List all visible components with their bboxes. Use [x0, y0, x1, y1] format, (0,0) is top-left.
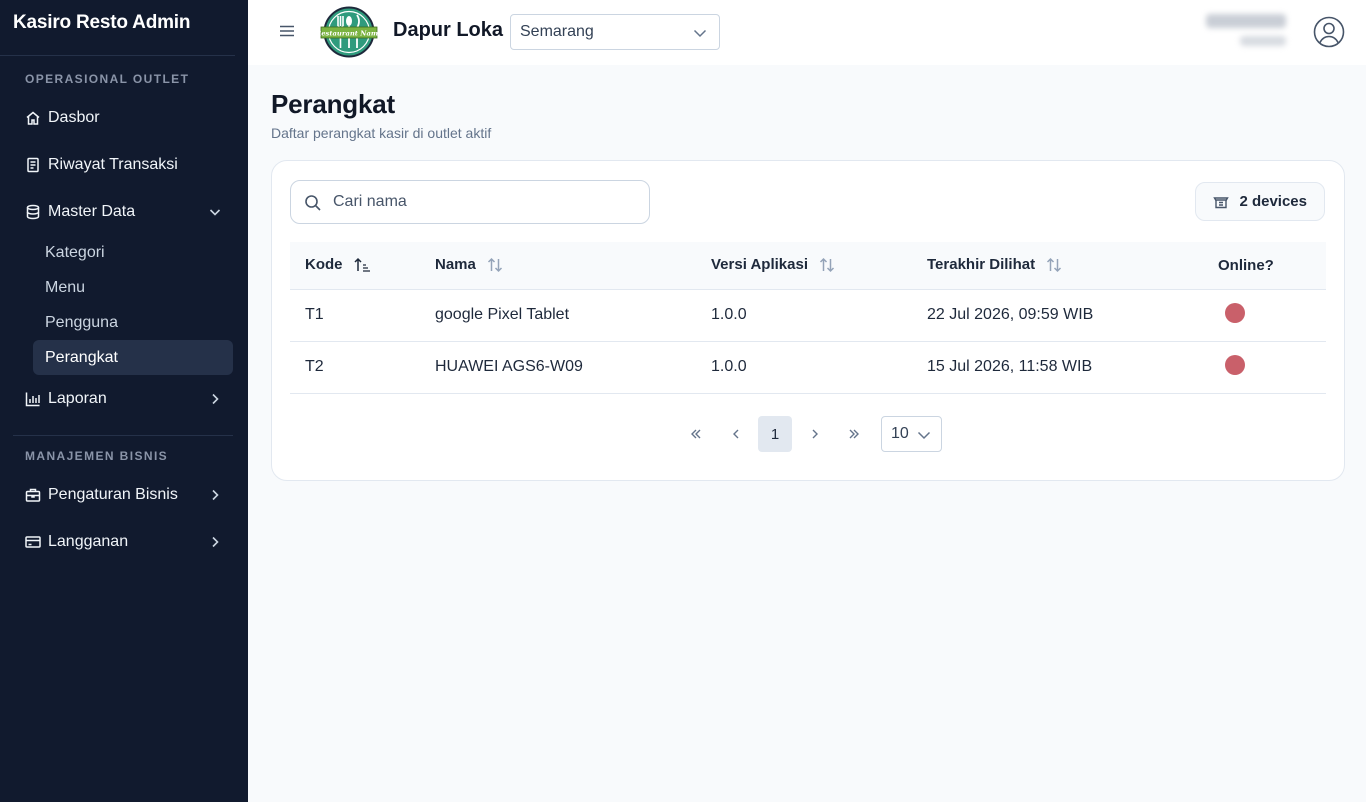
sidebar-item-master-data[interactable]: Master Data: [0, 188, 248, 235]
devices-count-label: 2 devices: [1239, 193, 1307, 210]
sidebar-item-dasbor[interactable]: Dasbor: [0, 94, 248, 141]
hamburger-menu-icon[interactable]: [278, 22, 296, 40]
cell-versi: 1.0.0: [696, 289, 912, 342]
credit-card-icon: [25, 534, 41, 550]
chevron-down-icon: [917, 428, 931, 442]
chevron-down-icon: [693, 26, 707, 40]
chevron-right-icon: [812, 429, 818, 439]
sidebar-item-label: Pengaturan Bisnis: [48, 485, 178, 503]
table-row[interactable]: T1 google Pixel Tablet 1.0.0 22 Jul 2026…: [290, 289, 1326, 342]
page-size-value: 10: [891, 425, 909, 442]
sidebar-item-menu[interactable]: Menu: [33, 270, 233, 305]
database-icon: [25, 204, 41, 220]
sidebar-item-riwayat-transaksi[interactable]: Riwayat Transaksi: [0, 141, 248, 188]
chevron-right-icon: [208, 535, 222, 549]
chevron-right-icon: [208, 488, 222, 502]
sidebar-item-laporan[interactable]: Laporan: [0, 375, 248, 422]
sidebar-item-pengguna[interactable]: Pengguna: [33, 305, 233, 340]
page-title: Perangkat: [271, 89, 395, 119]
chevron-down-icon: [208, 205, 222, 219]
prev-page-button[interactable]: [719, 416, 753, 452]
sidebar-item-pengaturan-bisnis[interactable]: Pengaturan Bisnis: [0, 471, 248, 518]
cell-terakhir: 22 Jul 2026, 09:59 WIB: [912, 289, 1203, 342]
devices-card: 2 devices Kode Nama: [271, 160, 1345, 481]
page-button-current[interactable]: 1: [758, 416, 792, 452]
user-role-blurred: [1240, 36, 1286, 46]
table-header-row: Kode Nama Versi Aplikasi Terakhir Diliha…: [290, 242, 1326, 290]
sidebar-item-label: Master Data: [48, 202, 136, 220]
restaurant-logo: Restaurant Name: [315, 6, 383, 58]
cell-online: [1203, 289, 1326, 342]
outlet-select[interactable]: Semarang: [510, 14, 720, 50]
chevrons-right-icon: [849, 429, 859, 439]
user-avatar-icon[interactable]: [1313, 16, 1345, 48]
master-data-submenu: Kategori Menu Pengguna Perangkat: [0, 235, 248, 375]
cell-nama: HUAWEI AGS6-W09: [420, 341, 696, 394]
column-header-online: Online?: [1203, 242, 1326, 290]
sidebar: Kasiro Resto Admin OPERASIONAL OUTLET Da…: [0, 0, 248, 802]
search-input[interactable]: [333, 193, 633, 211]
column-header-versi[interactable]: Versi Aplikasi: [696, 242, 912, 290]
table-row[interactable]: T2 HUAWEI AGS6-W09 1.0.0 15 Jul 2026, 11…: [290, 341, 1326, 394]
sidebar-item-langganan[interactable]: Langganan: [0, 518, 248, 565]
pagination: 1 10: [272, 416, 1346, 452]
svg-text:Restaurant Name: Restaurant Name: [320, 30, 378, 38]
briefcase-icon: [25, 487, 41, 503]
sidebar-item-label: Langganan: [48, 532, 129, 550]
cell-kode: T2: [290, 341, 420, 394]
cell-terakhir: 15 Jul 2026, 11:58 WIB: [912, 341, 1203, 394]
column-header-terakhir[interactable]: Terakhir Dilihat: [912, 242, 1203, 290]
chevron-left-icon: [733, 429, 739, 439]
search-icon: [304, 194, 322, 212]
offline-status-dot: [1225, 354, 1245, 375]
sidebar-divider: [13, 435, 233, 436]
devices-table: Kode Nama Versi Aplikasi Terakhir Diliha…: [290, 242, 1326, 394]
last-page-button[interactable]: [837, 416, 871, 452]
user-name-blurred: [1206, 14, 1286, 28]
devices-count-badge: 2 devices: [1195, 182, 1325, 221]
cell-nama: google Pixel Tablet: [420, 289, 696, 342]
sidebar-item-label: Dasbor: [48, 108, 100, 126]
sort-ascending-icon[interactable]: [353, 256, 371, 274]
next-page-button[interactable]: [798, 416, 832, 452]
outlet-name: Dapur Loka: [393, 19, 504, 41]
chevron-right-icon: [208, 392, 222, 406]
outlet-select-value: Semarang: [520, 23, 594, 40]
page-size-select[interactable]: 10: [881, 416, 942, 452]
sidebar-item-perangkat[interactable]: Perangkat: [33, 340, 233, 375]
sort-icon[interactable]: [818, 256, 836, 274]
receipt-icon: [25, 157, 41, 173]
sort-icon[interactable]: [1045, 256, 1063, 274]
first-page-button[interactable]: [679, 416, 713, 452]
sort-icon[interactable]: [486, 256, 504, 274]
sidebar-item-label: Riwayat Transaksi: [48, 155, 178, 173]
sidebar-item-kategori[interactable]: Kategori: [33, 235, 233, 270]
chevrons-left-icon: [691, 429, 701, 439]
column-header-kode[interactable]: Kode: [290, 242, 420, 290]
cell-kode: T1: [290, 289, 420, 342]
column-header-nama[interactable]: Nama: [420, 242, 696, 290]
device-icon: [1213, 194, 1230, 210]
bar-chart-icon: [25, 391, 41, 407]
sidebar-item-label: Laporan: [48, 389, 107, 407]
search-field[interactable]: [290, 180, 650, 224]
page-subtitle: Daftar perangkat kasir di outlet aktif: [271, 125, 492, 141]
section-label-operasional: OPERASIONAL OUTLET: [25, 72, 190, 86]
app-title: Kasiro Resto Admin: [0, 0, 235, 56]
cell-online: [1203, 341, 1326, 394]
section-label-manajemen: MANAJEMEN BISNIS: [25, 449, 169, 463]
home-icon: [25, 110, 41, 126]
offline-status-dot: [1225, 302, 1245, 323]
top-bar: Restaurant Name Dapur Loka Semarang: [248, 0, 1366, 65]
cell-versi: 1.0.0: [696, 341, 912, 394]
